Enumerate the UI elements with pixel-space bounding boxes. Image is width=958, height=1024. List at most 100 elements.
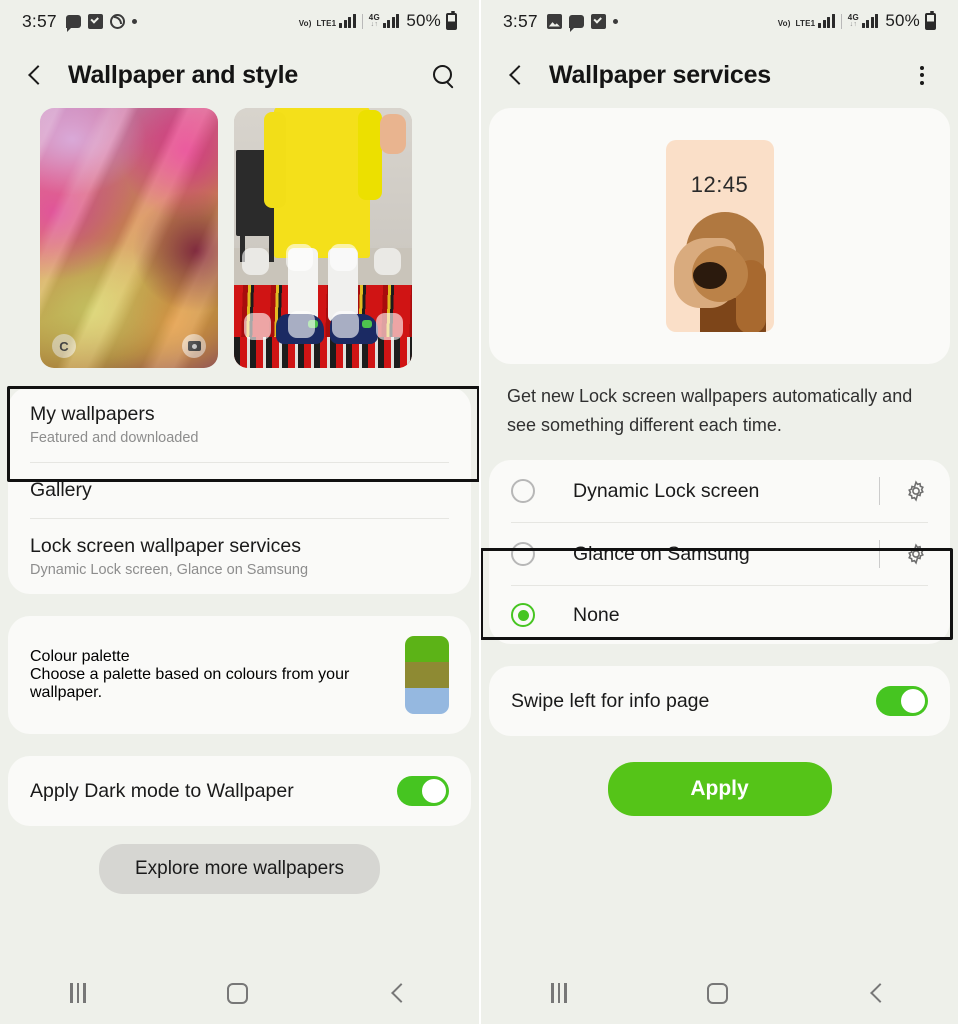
dot-icon [612, 18, 618, 24]
navigation-bar-left [0, 962, 479, 1024]
status-divider [840, 13, 842, 29]
signal-bars-icon-1 [339, 14, 356, 28]
list-item-title: Lock screen wallpaper services [30, 535, 301, 557]
navigation-bar-right [481, 962, 958, 1024]
home-button-icon[interactable] [226, 982, 248, 1004]
signal-bars-icon-2 [861, 14, 879, 28]
appbar-actions [910, 63, 934, 87]
list-item-my-wallpapers[interactable]: My wallpapers Featured and downloaded [8, 387, 471, 462]
swipe-left-toggle[interactable] [876, 686, 928, 716]
list-item-title: My wallpapers [30, 403, 155, 425]
gear-icon[interactable] [904, 479, 928, 503]
battery-percent: 50% [406, 11, 441, 30]
radio-button-selected[interactable] [511, 603, 535, 627]
dog-illustration-preview: 12:45 [665, 140, 774, 332]
battery-icon [446, 10, 457, 30]
checkbox-icon [87, 13, 103, 29]
battery-percent: 50% [885, 11, 920, 30]
swipe-info-card: Swipe left for info page [489, 666, 950, 736]
status-left-icons [546, 13, 618, 32]
apply-button[interactable]: Apply [607, 762, 832, 816]
status-bar-right: 3:57 Vo) LTE1 4G ↓↑ 50% [481, 0, 958, 42]
list-item-title: Colour palette [30, 648, 130, 665]
status-right-icons: Vo) LTE1 4G ↓↑ 50% [298, 10, 457, 31]
list-item-subtitle: Choose a palette based on colours from y… [30, 666, 350, 701]
colour-palette-text: Colour palette Choose a palette based on… [30, 648, 405, 702]
list-item-subtitle: Dynamic Lock screen, Glance on Samsung [30, 562, 309, 578]
dark-mode-toggle[interactable] [397, 776, 449, 806]
data-network-icon: 4G ↓↑ [368, 13, 380, 29]
dark-mode-label: Apply Dark mode to Wallpaper [30, 779, 294, 802]
phone-shortcut-icon[interactable]: C [52, 334, 76, 358]
recents-button-icon[interactable] [551, 983, 567, 1003]
status-bar-left: 3:57 Vo) LTE1 4G ↓↑ 50% [0, 0, 479, 42]
status-time: 3:57 [22, 10, 57, 31]
swipe-left-row[interactable]: Swipe left for info page [489, 666, 950, 736]
checkbox-icon [590, 13, 606, 29]
list-item-lock-screen-wallpaper-services[interactable]: Lock screen wallpaper services Dynamic L… [8, 519, 471, 594]
left-phone-screen: 3:57 Vo) LTE1 4G ↓↑ 50% Wallpaper and st… [0, 0, 479, 1024]
wallpaper-preview-row: C [0, 108, 479, 373]
vertical-divider [879, 477, 880, 505]
list-item-gallery[interactable]: Gallery [8, 463, 471, 518]
appbar-left: Wallpaper and style [0, 42, 479, 108]
dot-icon [131, 18, 137, 24]
back-button-icon[interactable] [868, 983, 888, 1003]
option-label: None [573, 603, 620, 626]
status-left-icons [65, 13, 137, 32]
signal-bars-icon-1 [818, 14, 835, 28]
status-divider [361, 13, 363, 29]
recents-button-icon[interactable] [70, 983, 86, 1003]
radio-button[interactable] [511, 542, 535, 566]
camera-shortcut-icon[interactable] [182, 334, 206, 358]
colour-swatch-preview[interactable] [405, 636, 449, 714]
option-label: Glance on Samsung [573, 542, 750, 565]
status-time: 3:57 [503, 10, 538, 31]
search-icon[interactable] [431, 63, 455, 87]
chat-icon [568, 14, 584, 32]
vertical-divider [879, 540, 880, 568]
explore-more-wallpapers-button[interactable]: Explore more wallpapers [98, 844, 381, 894]
option-label: Dynamic Lock screen [573, 479, 760, 502]
chat-icon [65, 14, 81, 32]
status-right-icons: Vo) LTE1 4G ↓↑ 50% [777, 10, 936, 31]
back-chevron-icon[interactable] [505, 64, 527, 86]
battery-icon [925, 10, 936, 30]
image-icon [546, 13, 562, 29]
colour-palette-card[interactable]: Colour palette Choose a palette based on… [8, 616, 471, 734]
page-title: Wallpaper services [549, 60, 771, 89]
list-item-subtitle: Featured and downloaded [30, 430, 199, 446]
colour-palette-row[interactable]: Colour palette Choose a palette based on… [8, 616, 471, 734]
app-icon-placeholder-grid [234, 108, 412, 368]
page-title: Wallpaper and style [68, 60, 299, 89]
back-button-icon[interactable] [389, 983, 409, 1003]
list-item-title: Gallery [30, 479, 92, 501]
option-none[interactable]: None [489, 586, 950, 644]
home-button-icon[interactable] [706, 982, 728, 1004]
wallpaper-source-card: My wallpapers Featured and downloaded Ga… [7, 386, 479, 594]
volte-indicator: Vo) LTE1 [298, 19, 337, 28]
volte-indicator: Vo) LTE1 [777, 19, 816, 28]
kebab-menu-icon[interactable] [910, 63, 934, 87]
photo-wallpaper-thumbnail[interactable] [234, 108, 412, 368]
swipe-left-label: Swipe left for info page [511, 689, 710, 712]
service-description: Get new Lock screen wallpapers automatic… [507, 386, 913, 435]
signal-bars-icon-2 [382, 14, 400, 28]
radio-button[interactable] [511, 479, 535, 503]
option-glance-on-samsung[interactable]: Glance on Samsung [489, 523, 950, 585]
preview-clock: 12:45 [690, 172, 749, 197]
wallpaper-service-options-card: Dynamic Lock screen Glance on Samsung No… [481, 460, 953, 644]
option-dynamic-lock-screen[interactable]: Dynamic Lock screen [489, 460, 950, 522]
silk-wallpaper-thumbnail[interactable]: C [40, 108, 218, 368]
dark-mode-row[interactable]: Apply Dark mode to Wallpaper [8, 756, 471, 826]
appbar-actions [431, 63, 455, 87]
appbar-right: Wallpaper services [481, 42, 958, 108]
gear-icon[interactable] [904, 542, 928, 566]
wallpaper-service-preview-card: 12:45 [489, 108, 950, 364]
back-chevron-icon[interactable] [24, 64, 46, 86]
dual-screenshot-container: 3:57 Vo) LTE1 4G ↓↑ 50% Wallpaper and st… [0, 0, 958, 1024]
circle-progress-icon [109, 13, 125, 29]
dark-mode-card: Apply Dark mode to Wallpaper [8, 756, 471, 826]
right-phone-screen: 3:57 Vo) LTE1 4G ↓↑ 50% Wallpaper servic… [479, 0, 958, 1024]
data-network-icon: 4G ↓↑ [847, 13, 859, 29]
